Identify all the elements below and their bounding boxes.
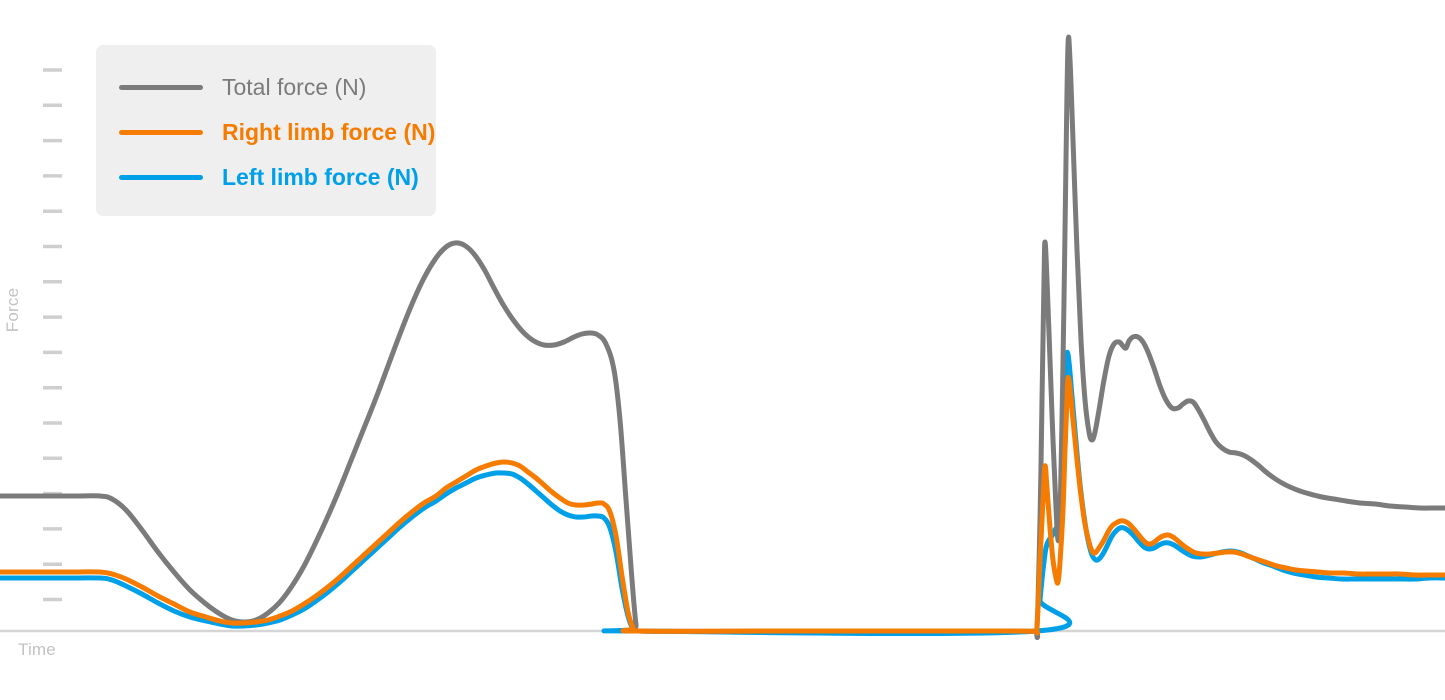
y-axis-tick-marks — [43, 68, 62, 602]
legend-swatch-left-limb-icon — [119, 175, 203, 180]
legend-item-right-limb[interactable]: Right limb force (N) — [96, 110, 436, 155]
force-time-chart: Force Time Total force (N) Right limb fo… — [0, 0, 1445, 700]
legend-item-left-limb[interactable]: Left limb force (N) — [96, 155, 436, 200]
chart-legend[interactable]: Total force (N) Right limb force (N) Lef… — [96, 45, 436, 216]
legend-label-total: Total force (N) — [222, 74, 367, 100]
legend-swatch-right-limb-icon — [119, 130, 203, 135]
series-line-right-limb-force-n — [0, 374, 1445, 636]
legend-swatch-total-icon — [119, 85, 203, 90]
legend-label-left-limb: Left limb force (N) — [222, 164, 419, 190]
x-axis-title: Time — [18, 640, 56, 659]
y-axis-title: Force — [3, 287, 23, 333]
legend-item-total[interactable]: Total force (N) — [96, 65, 436, 110]
series-line-left-limb-force-n — [0, 349, 1445, 637]
legend-label-right-limb: Right limb force (N) — [222, 119, 436, 145]
